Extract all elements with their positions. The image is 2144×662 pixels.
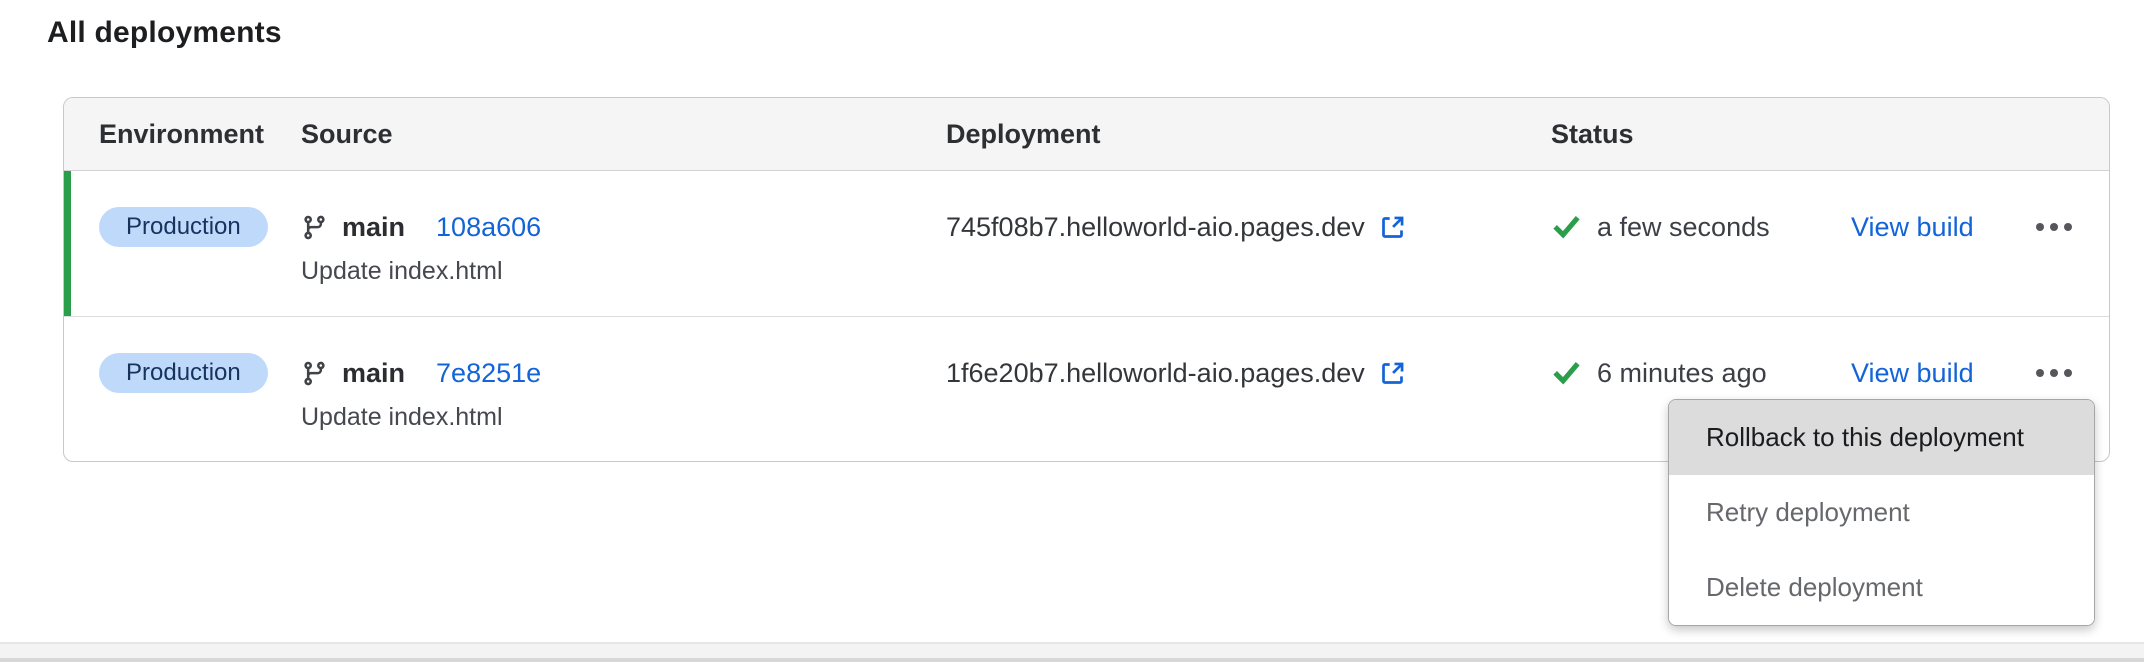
external-link-icon[interactable]: [1379, 214, 1406, 241]
environment-cell: Production: [64, 207, 301, 247]
status-text: a few seconds: [1597, 212, 1770, 243]
table-row: Production main 108a606 Update index.htm…: [64, 171, 2109, 316]
source-cell: main 7e8251e Update index.html: [301, 353, 946, 432]
deployment-url: 1f6e20b7.helloworld-aio.pages.dev: [946, 358, 1365, 389]
menu-item-retry[interactable]: Retry deployment: [1669, 475, 2094, 550]
check-icon: [1551, 360, 1582, 387]
page-title: All deployments: [47, 16, 282, 50]
menu-item-delete[interactable]: Delete deployment: [1669, 550, 2094, 625]
commit-message: Update index.html: [301, 256, 946, 286]
status-text: 6 minutes ago: [1597, 358, 1767, 389]
commit-link[interactable]: 108a606: [436, 212, 541, 243]
view-build-link[interactable]: View build: [1851, 212, 1974, 243]
column-header-environment: Environment: [64, 119, 301, 150]
column-header-status: Status: [1551, 119, 2109, 150]
ellipsis-menu-button[interactable]: [2032, 213, 2076, 241]
commit-link[interactable]: 7e8251e: [436, 358, 541, 389]
column-header-source: Source: [301, 119, 946, 150]
deployment-context-menu: Rollback to this deployment Retry deploy…: [1668, 399, 2095, 626]
status-cell: 6 minutes ago View build: [1551, 353, 2109, 393]
column-header-deployment: Deployment: [946, 119, 1551, 150]
deployment-cell: 1f6e20b7.helloworld-aio.pages.dev: [946, 353, 1551, 393]
git-branch-icon: [301, 360, 328, 387]
environment-badge: Production: [99, 207, 268, 247]
branch-name: main: [342, 212, 405, 243]
source-cell: main 108a606 Update index.html: [301, 207, 946, 286]
status-cell: a few seconds View build: [1551, 207, 2109, 247]
table-header-row: Environment Source Deployment Status: [64, 98, 2109, 171]
view-build-link[interactable]: View build: [1851, 358, 1974, 389]
environment-cell: Production: [64, 353, 301, 393]
commit-message: Update index.html: [301, 402, 946, 432]
branch-name: main: [342, 358, 405, 389]
deployment-url: 745f08b7.helloworld-aio.pages.dev: [946, 212, 1365, 243]
ellipsis-menu-button[interactable]: [2032, 359, 2076, 387]
next-section-edge: [0, 644, 2144, 662]
external-link-icon[interactable]: [1379, 360, 1406, 387]
deployment-cell: 745f08b7.helloworld-aio.pages.dev: [946, 207, 1551, 247]
git-branch-icon: [301, 214, 328, 241]
check-icon: [1551, 214, 1582, 241]
menu-item-rollback[interactable]: Rollback to this deployment: [1669, 400, 2094, 475]
environment-badge: Production: [99, 353, 268, 393]
